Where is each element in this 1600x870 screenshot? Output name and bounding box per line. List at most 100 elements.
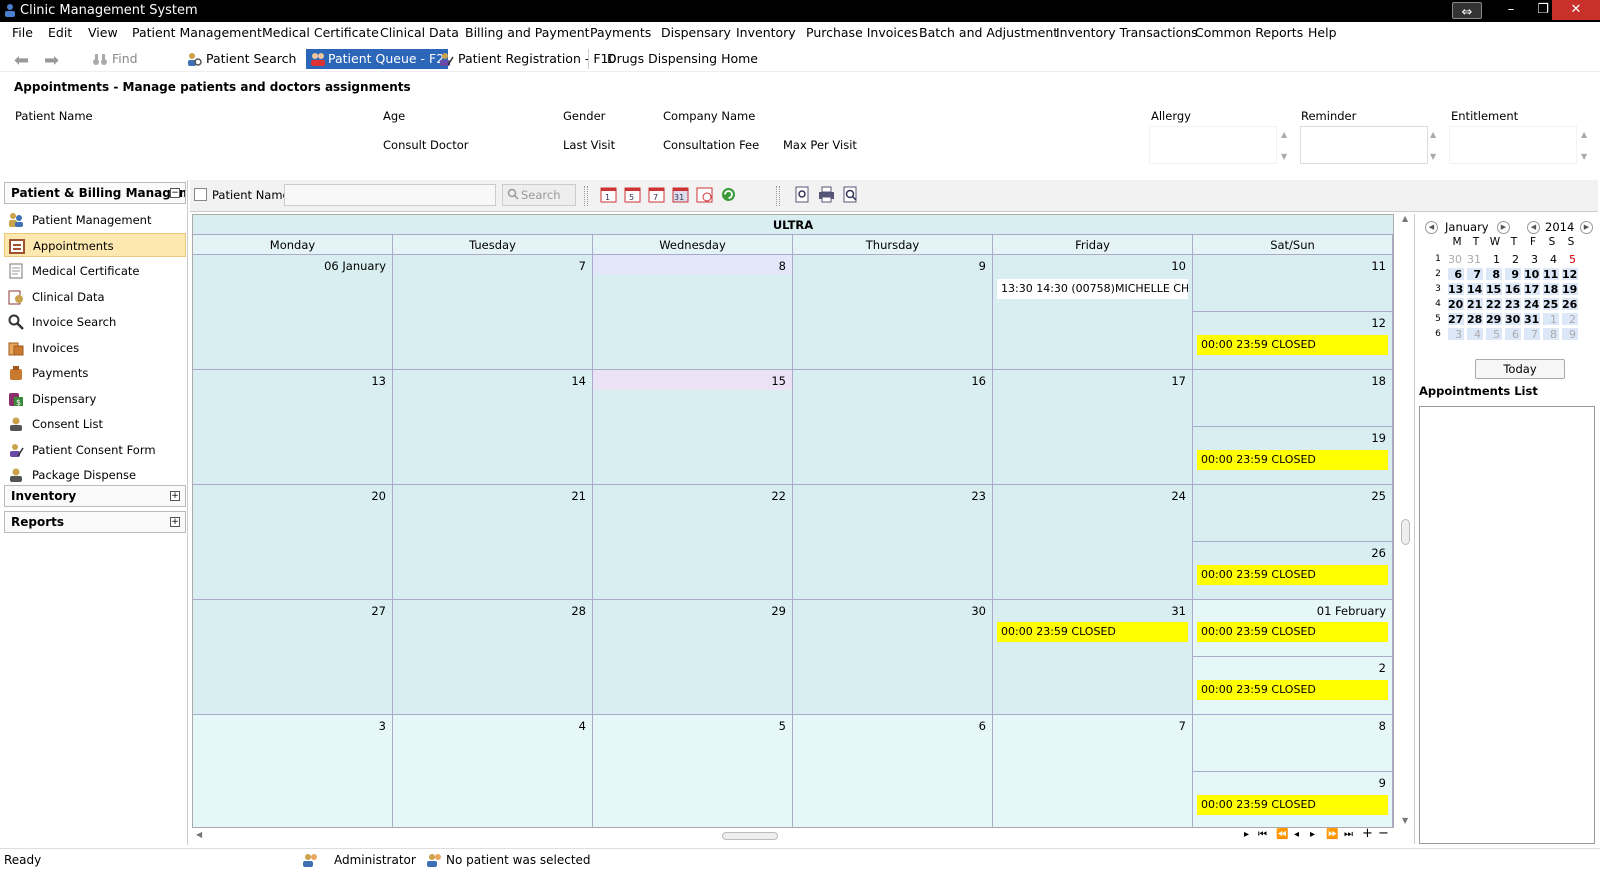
calendar-day-cell[interactable]: 27	[193, 600, 393, 715]
entitlement-scroll-up-icon[interactable]: ▲	[1581, 130, 1587, 139]
menu-dispensary[interactable]: Dispensary	[661, 25, 731, 40]
mini-calendar-day[interactable]: 10	[1523, 267, 1541, 281]
calendar-day-cell[interactable]: 28	[393, 600, 593, 715]
sidebar-group-patient-billing[interactable]: Patient & Billing Management −	[4, 182, 186, 204]
calendar-day-cell[interactable]: 19 00:00 23:59 CLOSED	[1193, 427, 1393, 485]
calendar-day-cell[interactable]: 25	[1193, 485, 1393, 542]
sidebar-item-package-dispense[interactable]: Package Dispense	[4, 463, 186, 487]
mini-calendar-day[interactable]: 28	[1466, 312, 1484, 326]
menu-view[interactable]: View	[88, 25, 118, 40]
allergy-scroll-up-icon[interactable]: ▲	[1281, 130, 1287, 139]
closed-event[interactable]: 00:00 23:59 CLOSED	[1197, 680, 1388, 700]
sidebar-item-medical-certificate[interactable]: Medical Certificate	[4, 259, 186, 283]
calendar-day-cell[interactable]: 17	[993, 370, 1193, 485]
mini-calendar-day[interactable]: 23	[1504, 297, 1522, 311]
collapse-icon[interactable]: −	[170, 188, 180, 198]
calendar-day-cell[interactable]: 5	[593, 715, 793, 827]
mini-calendar-day[interactable]: 2	[1504, 252, 1522, 266]
patient-search-button[interactable]: Patient Search	[186, 49, 296, 69]
mini-calendar-day[interactable]: 6	[1504, 327, 1522, 341]
menu-common-reports[interactable]: Common Reports	[1195, 25, 1303, 40]
menu-medical-certificate[interactable]: Medical Certificate	[262, 25, 379, 40]
patient-queue-button[interactable]: Patient Queue - F2	[306, 49, 449, 69]
mini-calendar-day[interactable]: 18	[1542, 282, 1560, 296]
calendar-day-cell[interactable]: 18	[1193, 370, 1393, 427]
mini-calendar-day[interactable]: 3	[1523, 252, 1541, 266]
menu-patient-management[interactable]: Patient Management	[132, 25, 262, 40]
entitlement-scroll-down-icon[interactable]: ▼	[1581, 152, 1587, 161]
allergy-field[interactable]	[1149, 126, 1277, 164]
sidebar-group-inventory[interactable]: Inventory +	[4, 485, 186, 507]
sidebar-item-patient-consent-form[interactable]: Patient Consent Form	[4, 438, 186, 462]
calendar-day-cell[interactable]: 21	[393, 485, 593, 600]
calendar-day-cell[interactable]: 24	[993, 485, 1193, 600]
calendar-day-cell[interactable]: 30	[793, 600, 993, 715]
menu-purchase-invoices[interactable]: Purchase Invoices	[806, 25, 918, 40]
print-icon[interactable]	[818, 186, 835, 203]
calendar-day-cell[interactable]: 4	[393, 715, 593, 827]
timeline-view-icon[interactable]	[696, 186, 713, 203]
back-arrow-icon[interactable]: ⬅	[14, 50, 29, 71]
calendar-day-cell[interactable]: 2 00:00 23:59 CLOSED	[1193, 657, 1393, 715]
sidebar-item-invoice-search[interactable]: Invoice Search	[4, 310, 186, 334]
mini-calendar-day[interactable]: 9	[1561, 327, 1579, 341]
patient-name-checkbox[interactable]	[194, 188, 207, 201]
sidebar-item-consent-list[interactable]: Consent List	[4, 412, 186, 436]
mini-calendar-day[interactable]: 3	[1447, 327, 1465, 341]
closed-event[interactable]: 00:00 23:59 CLOSED	[1197, 565, 1388, 585]
search-button[interactable]: Search	[502, 184, 576, 206]
mini-calendar-day[interactable]: 24	[1523, 297, 1541, 311]
resize-icon[interactable]: ⇔	[1452, 2, 1482, 20]
calendar-day-cell[interactable]: 3	[193, 715, 393, 827]
today-button[interactable]: Today	[1475, 359, 1565, 379]
mini-calendar-day[interactable]: 6	[1447, 267, 1465, 281]
menu-inventory-transactions[interactable]: Inventory Transactions	[1056, 25, 1198, 40]
calendar-horizontal-scrollbar[interactable]: ◀	[192, 828, 1394, 844]
mini-calendar-day[interactable]: 31	[1466, 252, 1484, 266]
calendar-nav-prev-page-icon[interactable]: ⏪	[1276, 829, 1288, 840]
calendar-day-cell[interactable]: 7	[393, 255, 593, 370]
minimize-button[interactable]: –	[1496, 0, 1526, 20]
mini-calendar-day[interactable]: 12	[1561, 267, 1579, 281]
calendar-day-cell[interactable]: 26 00:00 23:59 CLOSED	[1193, 542, 1393, 600]
mini-calendar-day[interactable]: 22	[1485, 297, 1503, 311]
calendar-day-cell[interactable]: 13	[193, 370, 393, 485]
entitlement-field[interactable]	[1449, 126, 1577, 164]
calendar-day-cell[interactable]: 22	[593, 485, 793, 600]
mini-calendar-day[interactable]: 25	[1542, 297, 1560, 311]
calendar-day-cell[interactable]: 14	[393, 370, 593, 485]
next-month-icon[interactable]: ▶	[1497, 221, 1510, 234]
calendar-day-cell[interactable]: 16	[793, 370, 993, 485]
calendar-day-cell[interactable]: 23	[793, 485, 993, 600]
scroll-left-icon[interactable]: ◀	[196, 830, 202, 839]
reminder-scroll-down-icon[interactable]: ▼	[1430, 152, 1436, 161]
menu-billing-payment[interactable]: Billing and Payment	[465, 25, 590, 40]
calendar-zoom-in-icon[interactable]: +	[1362, 826, 1373, 841]
mini-calendar-day[interactable]: 11	[1542, 267, 1560, 281]
calendar-vertical-scrollbar[interactable]: ▲ ▼	[1398, 214, 1414, 828]
horizontal-scroll-thumb[interactable]	[722, 832, 778, 840]
sidebar-item-dispensary[interactable]: $ Dispensary	[4, 387, 186, 411]
menu-inventory[interactable]: Inventory	[736, 25, 796, 40]
refresh-icon[interactable]	[720, 186, 737, 203]
prev-month-icon[interactable]: ◀	[1425, 221, 1438, 234]
appointments-list[interactable]	[1419, 406, 1595, 844]
mini-calendar-day[interactable]: 7	[1466, 267, 1484, 281]
scroll-up-icon[interactable]: ▲	[1402, 214, 1408, 223]
mini-calendar-day[interactable]: 19	[1561, 282, 1579, 296]
allergy-scroll-down-icon[interactable]: ▼	[1281, 152, 1287, 161]
closed-event[interactable]: 00:00 23:59 CLOSED	[1197, 622, 1388, 642]
menu-payments[interactable]: Payments	[590, 25, 651, 40]
scroll-down-icon[interactable]: ▼	[1402, 816, 1408, 825]
mini-calendar-day[interactable]: 31	[1523, 312, 1541, 326]
sidebar-group-reports[interactable]: Reports +	[4, 511, 186, 533]
calendar-day-cell[interactable]: 11	[1193, 255, 1393, 312]
mini-calendar-day[interactable]: 15	[1485, 282, 1503, 296]
closed-event[interactable]: 00:00 23:59 CLOSED	[1197, 335, 1388, 355]
menu-batch-adjustment[interactable]: Batch and Adjustment	[919, 25, 1058, 40]
calendar-nav-next-icon[interactable]: ▸	[1244, 829, 1249, 840]
closed-event[interactable]: 00:00 23:59 CLOSED	[1197, 450, 1388, 470]
calendar-day-cell[interactable]: 01 February 00:00 23:59 CLOSED	[1193, 600, 1393, 657]
drugs-dispensing-button[interactable]: Drugs Dispensing Home	[588, 49, 758, 69]
patient-name-input[interactable]	[284, 184, 496, 206]
